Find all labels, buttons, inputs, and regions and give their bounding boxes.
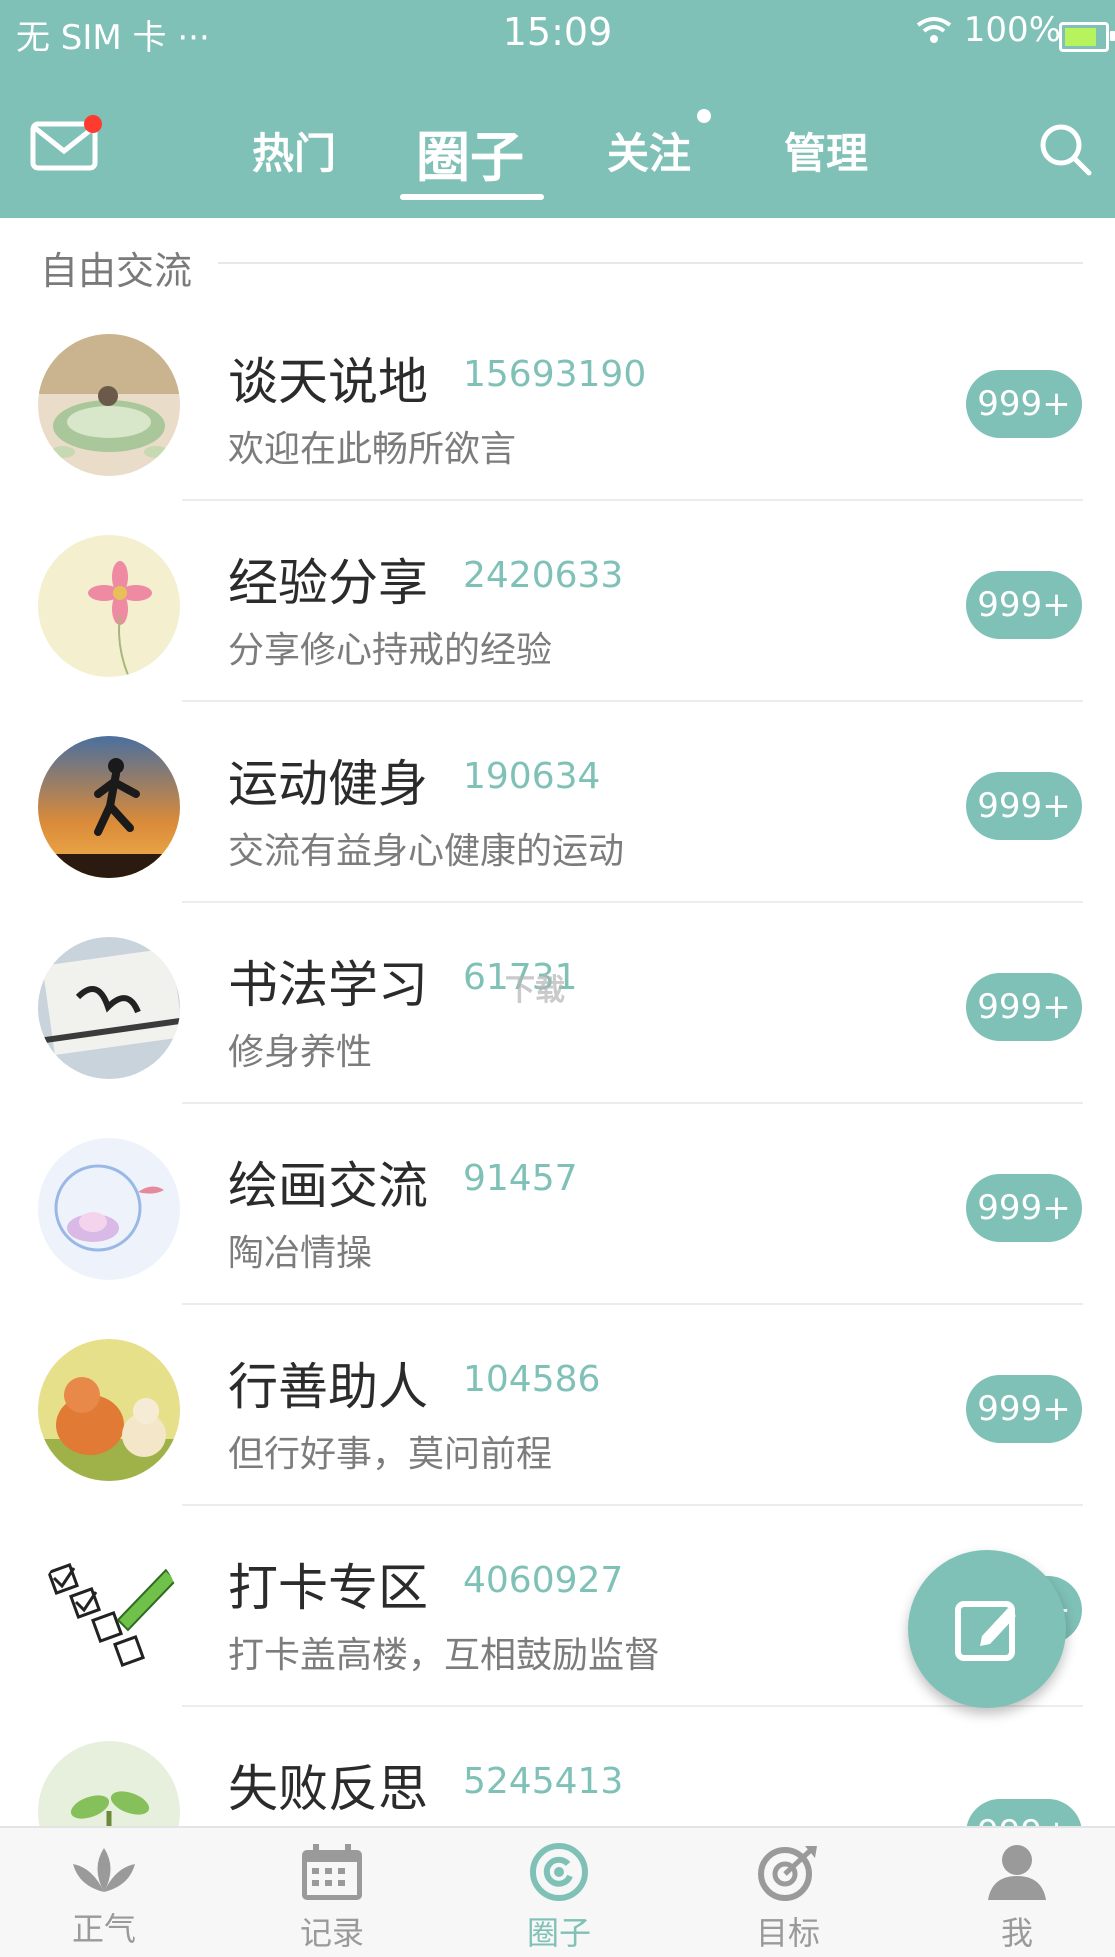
circle-description: 但行好事，莫问前程 — [228, 1434, 553, 1475]
tab-manage[interactable]: 管理 — [784, 120, 868, 181]
list-item[interactable]: 行善助人 104586 但行好事，莫问前程 999+ — [0, 1305, 1115, 1506]
avatar — [38, 1138, 180, 1280]
tab-goals[interactable]: 目标 — [718, 1842, 858, 1954]
edit-icon — [955, 1601, 1016, 1661]
new-posts-badge: 999+ — [966, 1375, 1082, 1443]
tab-label: 正气 — [71, 1910, 136, 1948]
circle-description: 陶冶情操 — [228, 1233, 373, 1274]
new-posts-badge: 999+ — [966, 571, 1082, 639]
watermark: 下载 — [505, 973, 565, 1008]
member-count: 15693190 — [463, 354, 647, 395]
avatar — [38, 334, 180, 476]
tab-label: 圈子 — [526, 1914, 591, 1952]
avatar — [38, 1540, 180, 1682]
circle-name: 绘画交流 — [228, 1157, 428, 1215]
section-title: 自由交流 — [40, 249, 193, 293]
tab-records[interactable]: 记录 — [262, 1842, 402, 1954]
list-item[interactable]: 谈天说地 15693190 欢迎在此畅所欲言 999+ — [0, 300, 1115, 501]
circle-icon — [530, 1843, 588, 1901]
circle-name: 谈天说地 — [228, 353, 428, 411]
new-posts-badge: 999+ — [966, 772, 1082, 840]
circle-name: 经验分享 — [228, 554, 428, 612]
new-posts-badge: 999+ — [966, 973, 1082, 1041]
status-right: 100% — [914, 10, 1061, 50]
avatar — [38, 1339, 180, 1481]
member-count: 5245413 — [463, 1761, 624, 1802]
list-item[interactable]: 经验分享 2420633 分享修心持戒的经验 999+ — [0, 501, 1115, 702]
avatar — [38, 535, 180, 677]
circle-description: 交流有益身心健康的运动 — [228, 831, 625, 872]
member-count: 104586 — [463, 1359, 601, 1400]
app-header: 无 SIM 卡 ··· 15:09 100% 热门 圈子 关注 管理 — [0, 0, 1115, 218]
tab-zhengqi[interactable]: 正气 — [34, 1842, 174, 1950]
person-icon — [988, 1845, 1046, 1900]
avatar — [38, 736, 180, 878]
circle-name: 书法学习 — [228, 956, 428, 1014]
top-tabs: 热门 圈子 关注 管理 — [0, 95, 1115, 205]
lotus-icon — [73, 1848, 135, 1892]
circle-description: 打卡盖高楼，互相鼓励监督 — [228, 1635, 661, 1676]
tab-hot[interactable]: 热门 — [252, 120, 336, 181]
circle-description: 欢迎在此畅所欲言 — [228, 429, 517, 470]
circle-name: 行善助人 — [228, 1358, 428, 1416]
search-icon[interactable] — [1037, 121, 1093, 177]
member-count: 91457 — [463, 1158, 578, 1199]
tab-label: 目标 — [755, 1914, 820, 1952]
circle-description: 分享修心持戒的经验 — [228, 630, 553, 671]
bottom-tab-bar: 正气 记录 圈子 目标 我 — [0, 1826, 1115, 1957]
battery-percent: 100% — [963, 10, 1061, 50]
tab-label: 记录 — [299, 1914, 364, 1952]
avatar — [38, 937, 180, 1079]
wifi-icon — [916, 17, 951, 43]
target-icon — [758, 1846, 817, 1901]
list-item[interactable]: 运动健身 190634 交流有益身心健康的运动 999+ — [0, 702, 1115, 903]
new-posts-badge: 999+ — [966, 370, 1082, 438]
follow-new-dot — [697, 109, 711, 123]
tab-follow[interactable]: 关注 — [607, 120, 691, 181]
member-count: 190634 — [463, 756, 601, 797]
tab-me[interactable]: 我 — [947, 1842, 1087, 1954]
status-bar: 无 SIM 卡 ··· 15:09 100% — [0, 0, 1115, 70]
member-count: 4060927 — [463, 1560, 624, 1601]
calendar-icon — [302, 1844, 362, 1900]
list-item[interactable]: 绘画交流 91457 陶冶情操 999+ — [0, 1104, 1115, 1305]
section-divider — [218, 262, 1083, 264]
tab-label: 我 — [1000, 1914, 1033, 1952]
circle-name: 打卡专区 — [228, 1559, 428, 1617]
circle-name: 失败反思 — [228, 1760, 428, 1818]
member-count: 2420633 — [463, 555, 624, 596]
compose-post-button[interactable] — [908, 1550, 1066, 1708]
new-posts-badge: 999+ — [966, 1174, 1082, 1242]
top-navbar: 热门 圈子 关注 管理 — [0, 95, 1115, 205]
active-tab-indicator — [400, 194, 544, 200]
circle-name: 运动健身 — [228, 755, 428, 813]
tab-circles[interactable]: 圈子 — [416, 113, 524, 192]
battery-icon — [1059, 22, 1115, 52]
tab-circles-bottom[interactable]: 圈子 — [489, 1842, 629, 1954]
circle-description: 修身养性 — [228, 1032, 373, 1073]
